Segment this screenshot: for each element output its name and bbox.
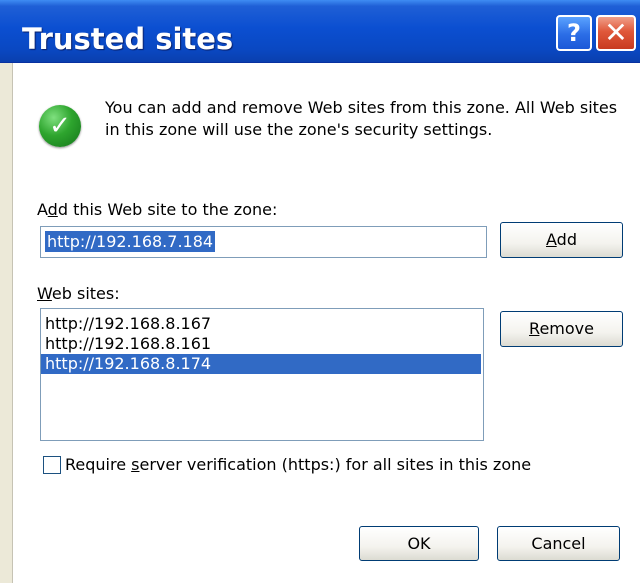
help-button[interactable]: ? <box>556 15 592 51</box>
info-text: You can add and remove Web sites from th… <box>105 98 618 139</box>
add-site-label: Add this Web site to the zone: <box>37 200 278 219</box>
server-verification-label[interactable]: Require server verification (https:) for… <box>65 455 531 475</box>
close-button[interactable]: ✕ <box>596 15 636 51</box>
add-site-input[interactable]: http://192.168.7.184 <box>40 226 487 258</box>
list-item[interactable]: http://192.168.8.167 <box>41 314 483 334</box>
help-icon: ? <box>567 19 581 47</box>
trusted-sites-dialog: Trusted sites ? ✕ ✓ You can add and remo… <box>0 0 640 583</box>
dialog-body: ✓ You can add and remove Web sites from … <box>12 63 640 583</box>
cancel-button[interactable]: Cancel <box>497 526 620 561</box>
server-verification-checkbox[interactable] <box>43 456 61 474</box>
remove-button[interactable]: Remove <box>500 311 623 347</box>
check-icon: ✓ <box>39 105 81 147</box>
window-title: Trusted sites <box>22 22 234 56</box>
add-button[interactable]: Add <box>500 222 623 258</box>
ok-button[interactable]: OK <box>359 526 479 561</box>
web-sites-list[interactable]: http://192.168.8.167 http://192.168.8.16… <box>40 308 484 441</box>
close-icon: ✕ <box>604 16 628 49</box>
add-site-value: http://192.168.7.184 <box>45 231 216 252</box>
list-item[interactable]: http://192.168.8.161 <box>41 334 483 354</box>
web-sites-label: Web sites: <box>37 284 120 303</box>
title-bar[interactable]: Trusted sites ? ✕ <box>0 0 640 63</box>
list-item-selected[interactable]: http://192.168.8.174 <box>41 354 481 374</box>
